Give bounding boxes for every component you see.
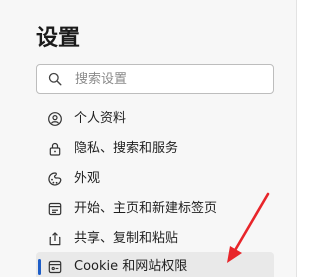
profile-icon xyxy=(48,112,62,126)
sidebar-item-label: 开始、主页和新建标签页 xyxy=(74,201,218,216)
search-icon xyxy=(48,72,62,86)
annotation-arrow xyxy=(227,192,270,263)
search-box[interactable] xyxy=(36,64,274,94)
sidebar-item-label: 外观 xyxy=(74,171,101,186)
sidebar-item-privacy[interactable]: 隐私、搜索和服务 xyxy=(36,134,274,164)
start-home-icon xyxy=(48,202,62,216)
active-indicator xyxy=(38,259,41,275)
sidebar-item-label: 隐私、搜索和服务 xyxy=(74,141,179,156)
settings-page: 设置 个人资料 隐私、搜索和服务 xyxy=(0,0,320,277)
settings-sidebar: 设置 个人资料 隐私、搜索和服务 xyxy=(0,0,296,277)
lock-icon xyxy=(49,142,61,156)
page-title: 设置 xyxy=(36,26,81,51)
content-pane xyxy=(297,0,320,277)
appearance-icon xyxy=(48,172,62,186)
sidebar-item-label: Cookie 和网站权限 xyxy=(74,259,188,274)
share-icon xyxy=(49,232,61,246)
sidebar-item-label: 共享、复制和粘贴 xyxy=(74,231,179,246)
sidebar-item-label: 个人资料 xyxy=(74,111,127,126)
site-permissions-icon xyxy=(48,260,62,274)
sidebar-item-profile[interactable]: 个人资料 xyxy=(36,104,274,134)
search-input[interactable] xyxy=(75,66,265,92)
